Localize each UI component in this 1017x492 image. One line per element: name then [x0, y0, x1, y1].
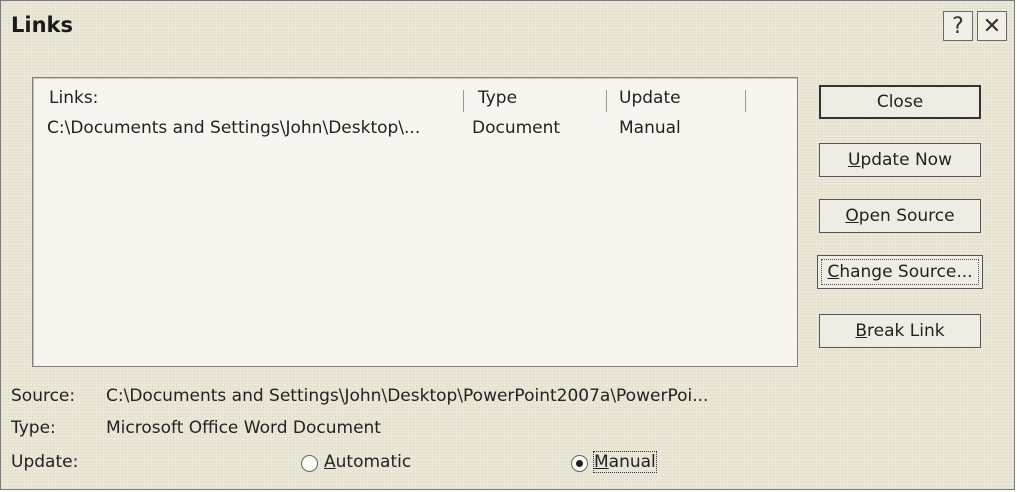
links-dialog: Links ? ✕ Links: Type Update C:\Document…	[0, 0, 1015, 490]
manual-radio[interactable]	[571, 455, 588, 472]
accelerator-key: M	[594, 452, 609, 472]
break-link-button[interactable]: Break Link	[819, 314, 981, 348]
column-header-update[interactable]: Update	[619, 88, 681, 108]
column-divider[interactable]	[745, 90, 746, 112]
close-window-button[interactable]: ✕	[977, 11, 1007, 41]
source-label: Source:	[11, 386, 76, 406]
close-icon: ✕	[982, 13, 1002, 39]
close-button-label: Close	[876, 92, 924, 112]
link-type: Document	[472, 118, 561, 138]
help-icon: ?	[952, 13, 964, 39]
accelerator-key: O	[845, 206, 859, 226]
column-header-type[interactable]: Type	[478, 88, 517, 108]
open-source-label: Open Source	[845, 206, 954, 226]
title-bar: Links ? ✕	[1, 1, 1014, 53]
column-header-links[interactable]: Links:	[49, 88, 98, 108]
label-rest: reak Link	[867, 321, 945, 341]
update-now-label: Update Now	[848, 150, 952, 170]
open-source-button[interactable]: Open Source	[819, 199, 981, 233]
list-header: Links: Type Update	[33, 88, 797, 112]
close-button[interactable]: Close	[819, 85, 981, 119]
update-label: Update:	[11, 452, 79, 472]
label-rest: utomatic	[335, 452, 412, 472]
label-rest: pdate Now	[860, 150, 952, 170]
label-rest: hange Source...	[839, 262, 973, 282]
dialog-title: Links	[11, 13, 73, 37]
link-update: Manual	[619, 118, 681, 138]
automatic-label[interactable]: Automatic	[324, 452, 411, 472]
accelerator-key: U	[847, 150, 861, 170]
change-source-label: Change Source...	[827, 262, 972, 282]
links-list[interactable]: Links: Type Update C:\Documents and Sett…	[32, 77, 798, 367]
label-rest: pen Source	[858, 206, 955, 226]
accelerator-key: C	[827, 262, 840, 282]
type-label: Type:	[11, 418, 56, 438]
update-now-button[interactable]: Update Now	[819, 143, 981, 177]
list-item[interactable]: C:\Documents and Settings\John\Desktop\.…	[39, 118, 739, 142]
column-divider[interactable]	[606, 90, 607, 112]
change-source-button[interactable]: Change Source...	[817, 255, 983, 289]
accelerator-key: A	[324, 452, 336, 472]
column-divider[interactable]	[463, 90, 464, 112]
automatic-radio[interactable]	[301, 455, 318, 472]
link-path: C:\Documents and Settings\John\Desktop\.…	[47, 118, 421, 138]
break-link-label: Break Link	[855, 321, 944, 341]
type-value: Microsoft Office Word Document	[106, 418, 381, 438]
source-value: C:\Documents and Settings\John\Desktop\P…	[106, 386, 709, 406]
label-rest: anual	[608, 452, 656, 472]
manual-label[interactable]: Manual	[593, 451, 657, 473]
accelerator-key: B	[855, 321, 868, 341]
help-button[interactable]: ?	[943, 11, 973, 41]
